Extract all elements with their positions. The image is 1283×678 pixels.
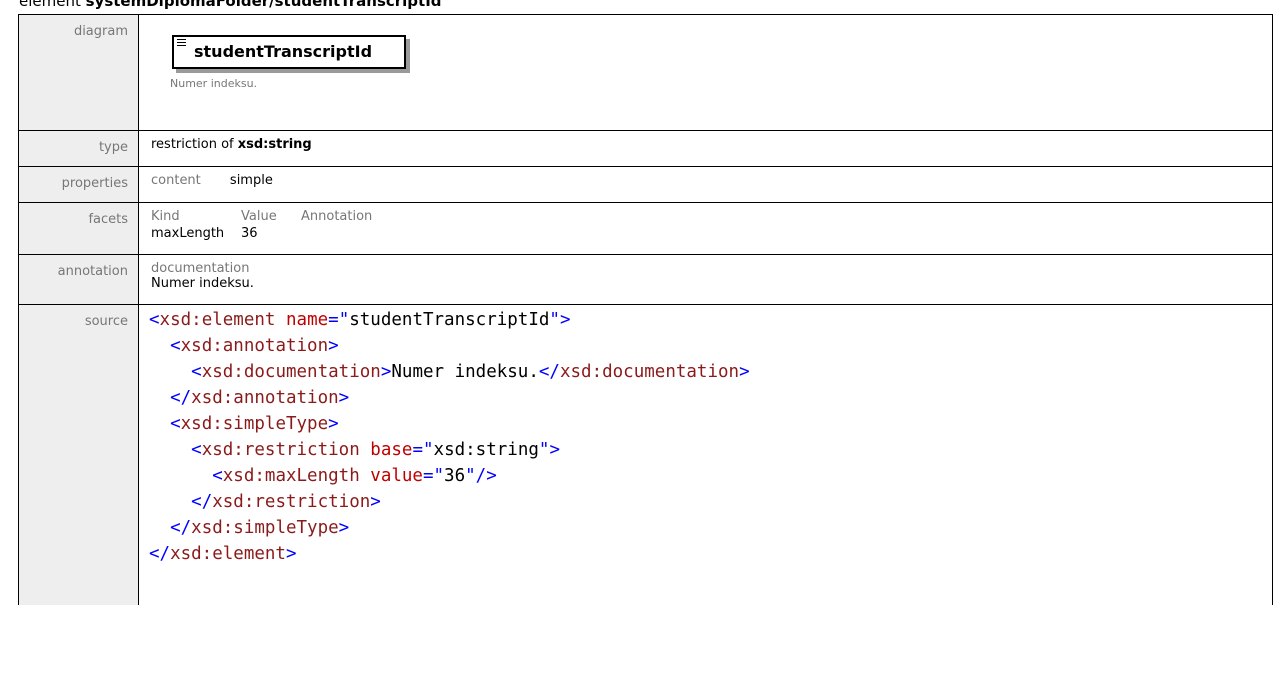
- properties-content-value: simple: [229, 173, 273, 188]
- properties-row: properties content simple: [18, 166, 1273, 203]
- type-row: type restriction of xsd:string: [18, 130, 1273, 167]
- annotation-text: Numer indeksu.: [151, 276, 254, 291]
- facets-header-value: Value: [241, 209, 277, 224]
- sequence-lines-icon: [177, 39, 186, 48]
- properties-value: content simple: [138, 166, 1273, 203]
- source-line: <xsd:annotation>: [170, 336, 339, 356]
- facets-header: Kind Value Annotation: [151, 209, 1272, 224]
- source-line: </xsd:element>: [149, 544, 297, 564]
- facet-kind: maxLength: [151, 226, 225, 241]
- page-title: element systemDiplomaFolder/studentTrans…: [19, 0, 442, 12]
- source-label: source: [18, 304, 139, 605]
- diagram-label: diagram: [18, 14, 139, 131]
- source-line: </xsd:simpleType>: [170, 518, 350, 538]
- source-line: <xsd:documentation>Numer indeksu.</xsd:d…: [191, 362, 750, 382]
- source-code: <xsd:element name="studentTranscriptId">…: [149, 305, 1272, 567]
- type-prefix: restriction of: [151, 137, 238, 152]
- type-base: xsd:string: [237, 137, 312, 152]
- source-line: <xsd:restriction base="xsd:string">: [191, 440, 560, 460]
- source-line: <xsd:element name="studentTranscriptId">: [149, 310, 571, 330]
- element-doc-table: diagram studentTranscriptId Numer indeks…: [18, 14, 1273, 605]
- annotation-label: annotation: [18, 254, 139, 305]
- element-box-name: studentTranscriptId: [194, 42, 373, 61]
- source-line: </xsd:annotation>: [170, 388, 350, 408]
- facets-label: facets: [18, 202, 139, 255]
- facets-row: facets Kind Value Annotation maxLength 36: [18, 202, 1273, 255]
- facets-header-annotation: Annotation: [301, 209, 373, 224]
- facet-row: maxLength 36: [151, 226, 1272, 241]
- annotation-row: annotation documentation Numer indeksu.: [18, 254, 1273, 305]
- source-row: source <xsd:element name="studentTranscr…: [18, 304, 1273, 605]
- element-box[interactable]: studentTranscriptId: [172, 35, 406, 69]
- source-line: </xsd:restriction>: [191, 492, 381, 512]
- facets-table: Kind Value Annotation maxLength 36: [138, 202, 1273, 255]
- diagram-cell: studentTranscriptId Numer indeksu.: [138, 14, 1273, 131]
- facet-value: 36: [241, 226, 258, 241]
- properties-key: content: [151, 173, 201, 188]
- properties-label: properties: [18, 166, 139, 203]
- diagram-row: diagram studentTranscriptId Numer indeks…: [18, 14, 1273, 131]
- diagram-annotation: Numer indeksu.: [170, 77, 258, 90]
- page-title-path: systemDiplomaFolder/studentTranscriptId: [85, 0, 442, 10]
- facets-header-kind: Kind: [151, 209, 180, 224]
- type-value: restriction of xsd:string: [138, 130, 1273, 167]
- page-title-prefix: element: [19, 0, 86, 10]
- source-line: <xsd:simpleType>: [170, 414, 339, 434]
- diagram-area: studentTranscriptId Numer indeksu.: [139, 15, 1272, 111]
- source-line: <xsd:maxLength value="36"/>: [212, 466, 497, 486]
- annotation-value: documentation Numer indeksu.: [138, 254, 1273, 305]
- type-label: type: [18, 130, 139, 167]
- source-cell: <xsd:element name="studentTranscriptId">…: [138, 304, 1273, 605]
- annotation-key: documentation: [151, 261, 250, 276]
